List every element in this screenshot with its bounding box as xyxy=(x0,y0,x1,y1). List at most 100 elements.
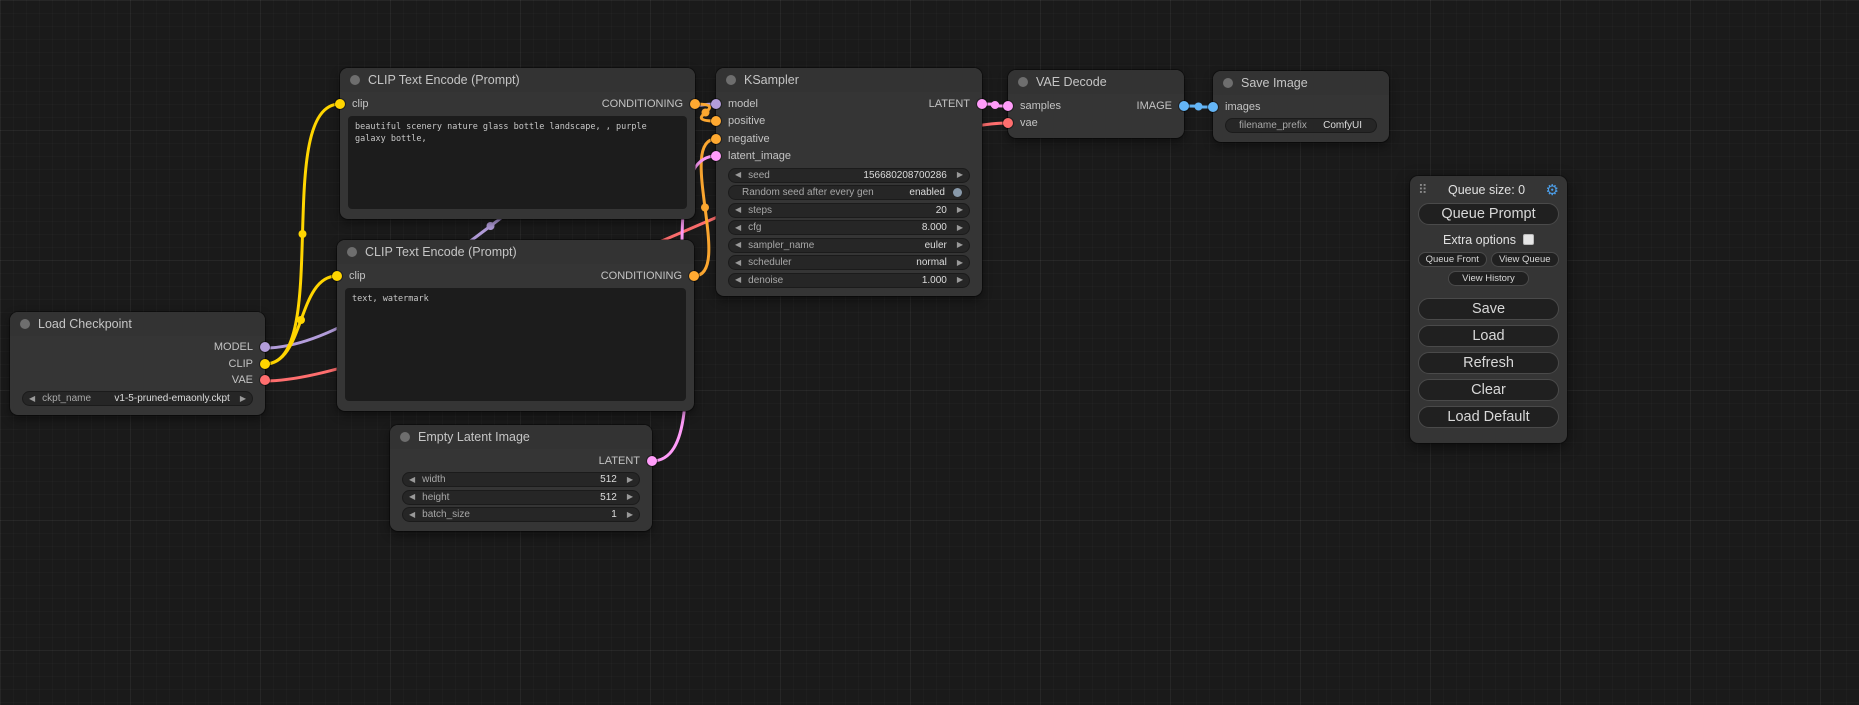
clip-input-dot[interactable] xyxy=(335,99,345,109)
node-save-image[interactable]: Save Image images filename_prefix ComfyU… xyxy=(1213,71,1389,142)
ckpt-name-widget[interactable]: ◀ ckpt_name v1-5-pruned-emaonly.ckpt ▶ xyxy=(22,391,253,406)
seed-widget[interactable]: ◀ seed 156680208700286 ▶ xyxy=(728,168,970,183)
collapse-dot[interactable] xyxy=(20,319,30,329)
increment-arrow[interactable]: ▶ xyxy=(240,395,246,403)
extra-options-row: Extra options xyxy=(1418,231,1559,248)
queue-prompt-button[interactable]: Queue Prompt xyxy=(1418,203,1559,225)
increment-arrow[interactable]: ▶ xyxy=(957,171,963,179)
conditioning-output-dot[interactable] xyxy=(690,99,700,109)
samples-input-dot[interactable] xyxy=(1003,101,1013,111)
view-history-button[interactable]: View History xyxy=(1448,271,1530,286)
latent-output-dot[interactable] xyxy=(647,456,657,466)
image-output-dot[interactable] xyxy=(1179,101,1189,111)
clip-input-label: clip xyxy=(349,270,366,282)
increment-arrow[interactable]: ▶ xyxy=(957,224,963,232)
filename-prefix-widget[interactable]: filename_prefix ComfyUI xyxy=(1225,118,1377,133)
positive-prompt-textarea[interactable]: beautiful scenery nature glass bottle la… xyxy=(348,116,687,209)
height-widget[interactable]: ◀ height 512 ▶ xyxy=(402,490,640,505)
slot-row: clip CONDITIONING xyxy=(340,95,695,113)
decrement-arrow[interactable]: ◀ xyxy=(29,395,35,403)
extra-options-checkbox[interactable] xyxy=(1523,234,1534,245)
widget-label: denoise xyxy=(748,275,783,286)
decrement-arrow[interactable]: ◀ xyxy=(735,259,741,267)
decrement-arrow[interactable]: ◀ xyxy=(735,206,741,214)
batch-size-widget[interactable]: ◀ batch_size 1 ▶ xyxy=(402,507,640,522)
cfg-widget[interactable]: ◀ cfg 8.000 ▶ xyxy=(728,220,970,235)
latent-output-dot[interactable] xyxy=(977,99,987,109)
clip-input-dot[interactable] xyxy=(332,271,342,281)
refresh-button[interactable]: Refresh xyxy=(1418,352,1559,374)
collapse-dot[interactable] xyxy=(400,432,410,442)
increment-arrow[interactable]: ▶ xyxy=(627,511,633,519)
toggle-dot[interactable] xyxy=(953,188,962,197)
decrement-arrow[interactable]: ◀ xyxy=(409,493,415,501)
increment-arrow[interactable]: ▶ xyxy=(957,206,963,214)
drag-handle-icon[interactable]: ⠿ xyxy=(1418,183,1428,198)
node-empty-latent-image[interactable]: Empty Latent Image LATENT ◀ width 512 ▶ … xyxy=(390,425,652,531)
node-title-bar[interactable]: VAE Decode xyxy=(1008,70,1184,94)
images-input-dot[interactable] xyxy=(1208,102,1218,112)
random-seed-toggle-widget[interactable]: Random seed after every gen enabled xyxy=(728,185,970,200)
width-widget[interactable]: ◀ width 512 ▶ xyxy=(402,472,640,487)
negative-input-dot[interactable] xyxy=(711,134,721,144)
node-title-bar[interactable]: CLIP Text Encode (Prompt) xyxy=(340,68,695,92)
clear-button[interactable]: Clear xyxy=(1418,379,1559,401)
widget-label: filename_prefix xyxy=(1239,120,1307,131)
vae-input-dot[interactable] xyxy=(1003,118,1013,128)
negative-prompt-textarea[interactable]: text, watermark xyxy=(345,288,686,401)
model-output-dot[interactable] xyxy=(260,342,270,352)
node-load-checkpoint[interactable]: Load Checkpoint MODEL CLIP VAE ◀ ckpt_na… xyxy=(10,312,265,415)
collapse-dot[interactable] xyxy=(726,75,736,85)
widget-value: euler xyxy=(925,240,947,251)
decrement-arrow[interactable]: ◀ xyxy=(735,224,741,232)
slot-row: model LATENT xyxy=(716,95,982,113)
denoise-widget[interactable]: ◀ denoise 1.000 ▶ xyxy=(728,273,970,288)
node-title-bar[interactable]: Load Checkpoint xyxy=(10,312,265,336)
queue-front-button[interactable]: Queue Front xyxy=(1418,252,1487,267)
conditioning-output-dot[interactable] xyxy=(689,271,699,281)
collapse-dot[interactable] xyxy=(350,75,360,85)
save-button[interactable]: Save xyxy=(1418,298,1559,320)
collapse-dot[interactable] xyxy=(1018,77,1028,87)
increment-arrow[interactable]: ▶ xyxy=(627,493,633,501)
clip-output-dot[interactable] xyxy=(260,359,270,369)
node-graph-canvas[interactable]: Load Checkpoint MODEL CLIP VAE ◀ ckpt_na… xyxy=(0,0,1859,705)
collapse-dot[interactable] xyxy=(347,247,357,257)
increment-arrow[interactable]: ▶ xyxy=(957,241,963,249)
widget-value: 20 xyxy=(936,205,947,216)
vae-output-dot[interactable] xyxy=(260,375,270,385)
node-title-bar[interactable]: Empty Latent Image xyxy=(390,425,652,449)
decrement-arrow[interactable]: ◀ xyxy=(735,241,741,249)
node-vae-decode[interactable]: VAE Decode samples IMAGE vae xyxy=(1008,70,1184,138)
scheduler-widget[interactable]: ◀ scheduler normal ▶ xyxy=(728,255,970,270)
model-input-dot[interactable] xyxy=(711,99,721,109)
increment-arrow[interactable]: ▶ xyxy=(957,259,963,267)
latent-image-input-dot[interactable] xyxy=(711,151,721,161)
positive-input-dot[interactable] xyxy=(711,116,721,126)
view-queue-button[interactable]: View Queue xyxy=(1491,252,1560,267)
node-clip-text-encode-positive[interactable]: CLIP Text Encode (Prompt) clip CONDITION… xyxy=(340,68,695,219)
load-button[interactable]: Load xyxy=(1418,325,1559,347)
node-title-bar[interactable]: Save Image xyxy=(1213,71,1389,95)
menu-header: ⠿ Queue size: 0 ⚙ xyxy=(1418,180,1559,200)
collapse-dot[interactable] xyxy=(1223,78,1233,88)
widget-label: seed xyxy=(748,170,770,181)
decrement-arrow[interactable]: ◀ xyxy=(409,476,415,484)
node-clip-text-encode-negative[interactable]: CLIP Text Encode (Prompt) clip CONDITION… xyxy=(337,240,694,411)
node-title-bar[interactable]: KSampler xyxy=(716,68,982,92)
settings-gear-icon[interactable]: ⚙ xyxy=(1546,181,1559,199)
node-title-bar[interactable]: CLIP Text Encode (Prompt) xyxy=(337,240,694,264)
decrement-arrow[interactable]: ◀ xyxy=(735,276,741,284)
steps-widget[interactable]: ◀ steps 20 ▶ xyxy=(728,203,970,218)
load-default-button[interactable]: Load Default xyxy=(1418,406,1559,428)
increment-arrow[interactable]: ▶ xyxy=(957,276,963,284)
sampler-name-widget[interactable]: ◀ sampler_name euler ▶ xyxy=(728,238,970,253)
slot-row: positive xyxy=(716,113,982,131)
widget-label: steps xyxy=(748,205,772,216)
clip-output-label: CLIP xyxy=(229,358,253,370)
decrement-arrow[interactable]: ◀ xyxy=(409,511,415,519)
node-ksampler[interactable]: KSampler model LATENT positive negative … xyxy=(716,68,982,296)
increment-arrow[interactable]: ▶ xyxy=(627,476,633,484)
latent-output-label: LATENT xyxy=(929,98,970,110)
decrement-arrow[interactable]: ◀ xyxy=(735,171,741,179)
